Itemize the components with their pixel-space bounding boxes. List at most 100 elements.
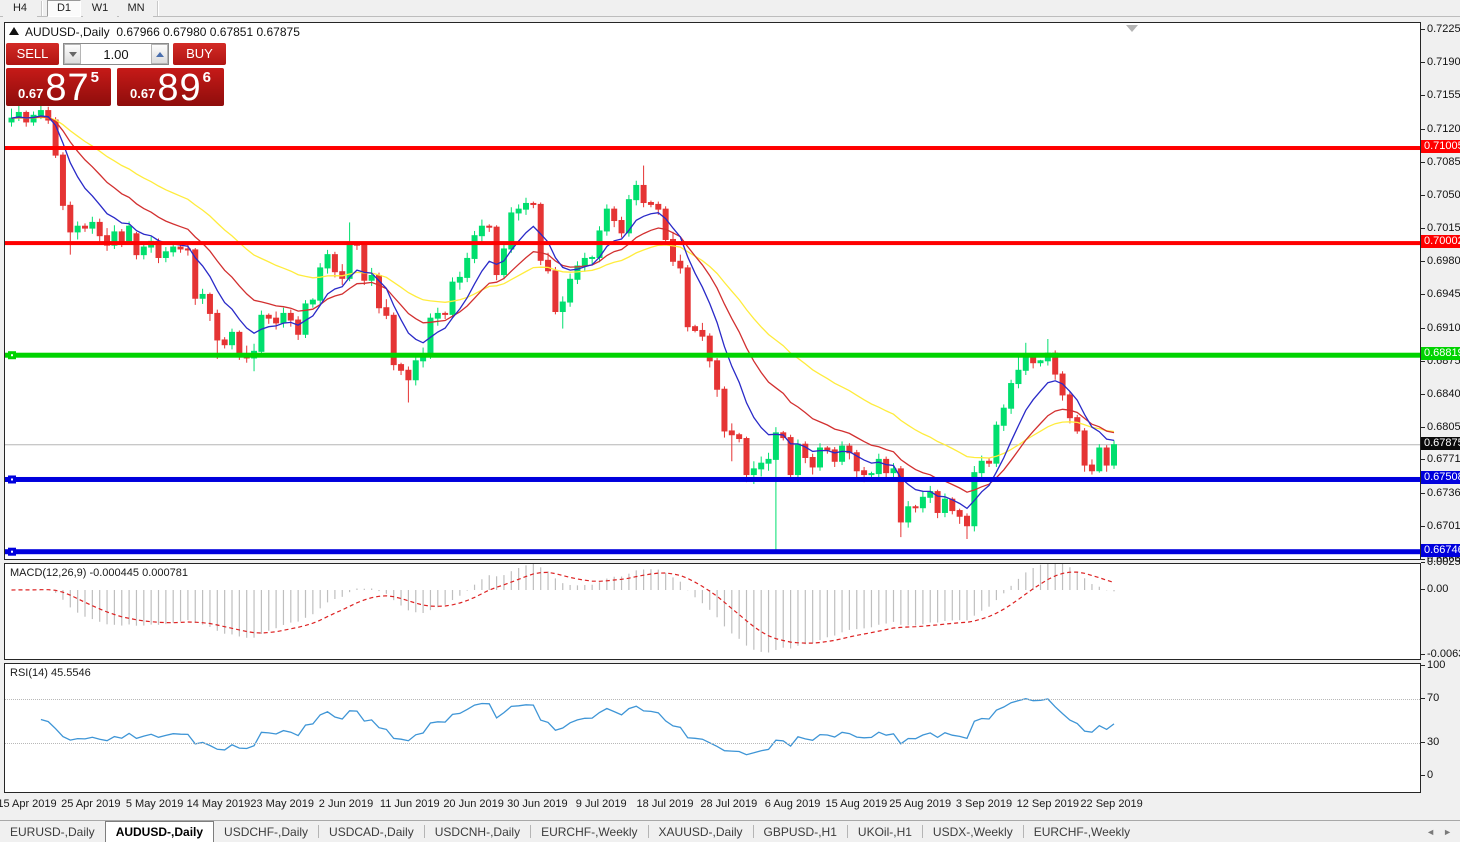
candle	[1112, 445, 1117, 465]
volume-decrease-button[interactable]	[64, 44, 81, 64]
tab-scroll-right-icon[interactable]: ►	[1443, 827, 1452, 837]
chart-tab-eurusd-daily[interactable]: EURUSD-,Daily	[0, 821, 105, 842]
timeframe-button-h4[interactable]: H4	[3, 0, 37, 17]
candle	[663, 209, 668, 239]
macd-axis-label: 0.002574	[1427, 556, 1460, 568]
candle	[384, 308, 389, 316]
candle	[862, 471, 867, 475]
price-axis-label: 0.71200	[1427, 123, 1460, 135]
date-axis-label: 30 Jun 2019	[507, 798, 568, 810]
date-axis-label: 28 Jul 2019	[700, 798, 757, 810]
date-axis[interactable]: 15 Apr 201925 Apr 20195 May 201914 May 2…	[0, 796, 1460, 816]
date-axis-label: 11 Jun 2019	[380, 798, 440, 810]
tab-scroll-left-icon[interactable]: ◄	[1426, 827, 1435, 837]
macd-axis-tick	[1421, 589, 1425, 590]
chart-tab-usdcnh-daily[interactable]: USDCNH-,Daily	[425, 821, 530, 842]
candle	[546, 260, 551, 270]
price-axis-label: 0.67010	[1427, 520, 1460, 532]
sell-price-main: 87	[45, 71, 89, 105]
trading-terminal: H4D1W1MN AUDUSD-,Daily 0.67966 0.67980 0…	[0, 0, 1460, 841]
candle	[443, 313, 448, 314]
candle	[1067, 395, 1072, 418]
sell-price-quote[interactable]: 0.67 87 5	[6, 68, 111, 106]
date-axis-label: 20 Jun 2019	[443, 798, 504, 810]
candle	[560, 302, 565, 311]
candle	[435, 313, 440, 318]
date-axis-label: 18 Jul 2019	[637, 798, 694, 810]
candle	[119, 232, 124, 241]
candles-layer	[9, 106, 1117, 550]
candle	[619, 221, 624, 233]
candle	[884, 459, 889, 472]
candle	[281, 313, 286, 322]
chart-tab-eurchf-weekly[interactable]: EURCHF-,Weekly	[531, 821, 647, 842]
candle	[399, 365, 404, 371]
macd-indicator-panel[interactable]: MACD(12,26,9) -0.000445 0.000781	[4, 563, 1421, 660]
chart-tab-usdcad-daily[interactable]: USDCAD-,Daily	[319, 821, 424, 842]
date-axis-label: 14 May 2019	[187, 798, 251, 810]
candle	[31, 115, 36, 122]
chart-tab-xauusd-daily[interactable]: XAUUSD-,Daily	[649, 821, 753, 842]
candle	[60, 155, 65, 205]
candle	[1023, 357, 1028, 370]
rsi-axis-tick	[1421, 742, 1425, 743]
chart-tab-bar: EURUSD-,DailyAUDUSD-,DailyUSDCHF-,DailyU…	[0, 820, 1460, 842]
date-axis-label: 23 May 2019	[250, 798, 314, 810]
price-axis-label: 0.70850	[1427, 156, 1460, 168]
rsi-label: RSI(14) 45.5546	[10, 667, 91, 679]
candle	[207, 294, 212, 313]
line-price-label: 0.71005	[1421, 140, 1460, 153]
line-anchor-dot	[11, 354, 13, 356]
current-price-label: 0.67875	[1421, 437, 1460, 450]
line-price-label: 0.70002	[1421, 235, 1460, 248]
price-axis-tick	[1421, 62, 1425, 63]
sell-button[interactable]: SELL	[6, 43, 59, 65]
candle	[222, 340, 227, 345]
price-axis-label: 0.68050	[1427, 421, 1460, 433]
candle	[722, 389, 727, 431]
candle	[656, 204, 661, 209]
volume-increase-button[interactable]	[151, 44, 168, 64]
buy-button[interactable]: BUY	[173, 43, 226, 65]
volume-input[interactable]	[81, 44, 151, 64]
candle	[465, 258, 470, 277]
candle	[773, 433, 778, 460]
candle	[582, 258, 587, 266]
candle	[913, 507, 918, 508]
spinner-down-icon	[69, 52, 77, 57]
date-axis-label: 12 Sep 2019	[1017, 798, 1079, 810]
sell-price-prefix: 0.67	[18, 86, 43, 101]
candle	[141, 247, 146, 255]
chart-tab-audusd-daily[interactable]: AUDUSD-,Daily	[105, 821, 214, 842]
date-axis-label: 9 Jul 2019	[576, 798, 627, 810]
price-axis-label: 0.69800	[1427, 255, 1460, 267]
chart-tab-usdx-weekly[interactable]: USDX-,Weekly	[923, 821, 1023, 842]
chart-tab-usdchf-daily[interactable]: USDCHF-,Daily	[214, 821, 318, 842]
rsi-axis-label: 0	[1427, 769, 1433, 781]
price-axis-label: 0.70150	[1427, 222, 1460, 234]
timeframe-button-mn[interactable]: MN	[119, 0, 153, 17]
timeframe-button-d1[interactable]: D1	[47, 0, 81, 17]
candle	[296, 320, 301, 334]
toolbar-separator	[41, 1, 43, 16]
horizontal-line	[5, 477, 1420, 482]
candle	[97, 222, 102, 235]
price-axis-label: 0.69450	[1427, 288, 1460, 300]
rsi-indicator-panel[interactable]: RSI(14) 45.5546	[4, 663, 1421, 793]
chart-tab-ukoil-h1[interactable]: UKOil-,H1	[848, 821, 922, 842]
price-axis-label: 0.72250	[1427, 23, 1460, 35]
price-axis-label: 0.71550	[1427, 89, 1460, 101]
buy-price-quote[interactable]: 0.67 89 6	[117, 68, 224, 106]
timeframe-button-w1[interactable]: W1	[83, 0, 117, 17]
candle	[810, 457, 815, 466]
candle	[1016, 370, 1021, 383]
candle	[920, 497, 925, 507]
candle	[259, 315, 264, 351]
chart-tab-gbpusd-h1[interactable]: GBPUSD-,H1	[754, 821, 847, 842]
candle	[795, 444, 800, 474]
candle	[568, 279, 573, 302]
candle	[957, 511, 962, 517]
price-axis-label: 0.68400	[1427, 388, 1460, 400]
price-axis[interactable]: 0.722500.719000.715500.712000.708500.705…	[1421, 0, 1460, 841]
chart-tab-eurchf-weekly[interactable]: EURCHF-,Weekly	[1024, 821, 1140, 842]
